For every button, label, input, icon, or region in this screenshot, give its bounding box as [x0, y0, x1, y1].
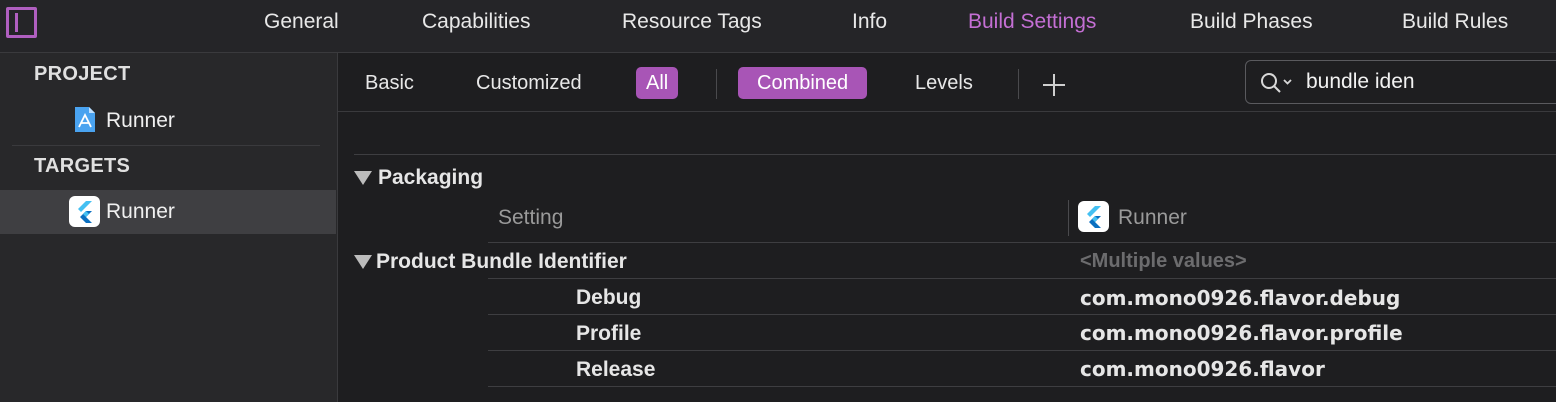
- config-name-profile: Profile: [576, 322, 642, 345]
- config-value-debug[interactable]: com.mono0926.flavor.debug: [1080, 286, 1400, 310]
- filter-all-button[interactable]: All: [636, 67, 679, 99]
- setting-name[interactable]: Product Bundle Identifier: [376, 250, 627, 274]
- tab-build-phases[interactable]: Build Phases: [1190, 0, 1313, 44]
- sidebar-item-label: Runner: [106, 109, 175, 132]
- column-header-target: Runner: [1118, 206, 1187, 229]
- filter-separator: [716, 69, 717, 99]
- plus-icon[interactable]: [1042, 67, 1066, 104]
- config-value-profile[interactable]: com.mono0926.flavor.profile: [1080, 321, 1403, 345]
- disclosure-triangle-icon[interactable]: [354, 171, 372, 185]
- sidebar-divider: [12, 145, 320, 146]
- sidebar-item-project-runner[interactable]: Runner: [0, 99, 336, 143]
- config-name-debug: Debug: [576, 286, 642, 309]
- view-combined-button[interactable]: Combined: [738, 67, 868, 99]
- flutter-icon: [69, 196, 100, 227]
- config-name-release: Release: [576, 358, 656, 381]
- xcode-project-icon: [75, 107, 95, 132]
- filter-customized-button[interactable]: Customized: [466, 67, 592, 99]
- column-header-setting: Setting: [498, 206, 564, 229]
- search-input[interactable]: bundle iden: [1306, 70, 1415, 94]
- tab-info[interactable]: Info: [852, 0, 887, 44]
- project-section-header: PROJECT: [34, 63, 131, 85]
- section-divider: [354, 154, 1556, 155]
- row-divider: [488, 386, 1556, 387]
- sidebar-item-target-runner[interactable]: Runner: [0, 190, 336, 234]
- tab-build-rules[interactable]: Build Rules: [1402, 0, 1508, 44]
- editor-tab-bar: General Capabilities Resource Tags Info …: [0, 0, 1556, 53]
- project-target-sidebar: PROJECT Runner TARGETS Runner: [0, 53, 338, 402]
- config-value-release[interactable]: com.mono0926.flavor: [1080, 357, 1325, 381]
- search-icon: [1261, 73, 1292, 93]
- row-divider: [488, 278, 1556, 279]
- row-divider: [488, 350, 1556, 351]
- view-levels-button[interactable]: Levels: [905, 67, 983, 99]
- row-divider: [488, 314, 1556, 315]
- navigator-toggle-icon[interactable]: [6, 7, 37, 38]
- sidebar-item-label: Runner: [106, 200, 175, 223]
- section-title-packaging: Packaging: [378, 166, 484, 189]
- tab-build-settings[interactable]: Build Settings: [968, 0, 1096, 44]
- targets-section-header: TARGETS: [34, 155, 131, 177]
- tab-general[interactable]: General: [264, 0, 339, 44]
- column-divider: [1068, 200, 1069, 236]
- tab-capabilities[interactable]: Capabilities: [422, 0, 531, 44]
- tab-resource-tags[interactable]: Resource Tags: [622, 0, 762, 44]
- filter-basic-button[interactable]: Basic: [355, 67, 424, 99]
- row-divider: [488, 242, 1556, 243]
- setting-value-multiple[interactable]: <Multiple values>: [1080, 250, 1247, 273]
- build-settings-filter-bar: Basic Customized All Combined Levels bun…: [338, 53, 1556, 113]
- search-field[interactable]: bundle iden: [1245, 60, 1556, 104]
- filter-bar-border: [338, 111, 1556, 112]
- filter-separator: [1018, 69, 1019, 99]
- disclosure-triangle-icon[interactable]: [354, 255, 372, 269]
- flutter-icon: [1078, 201, 1109, 232]
